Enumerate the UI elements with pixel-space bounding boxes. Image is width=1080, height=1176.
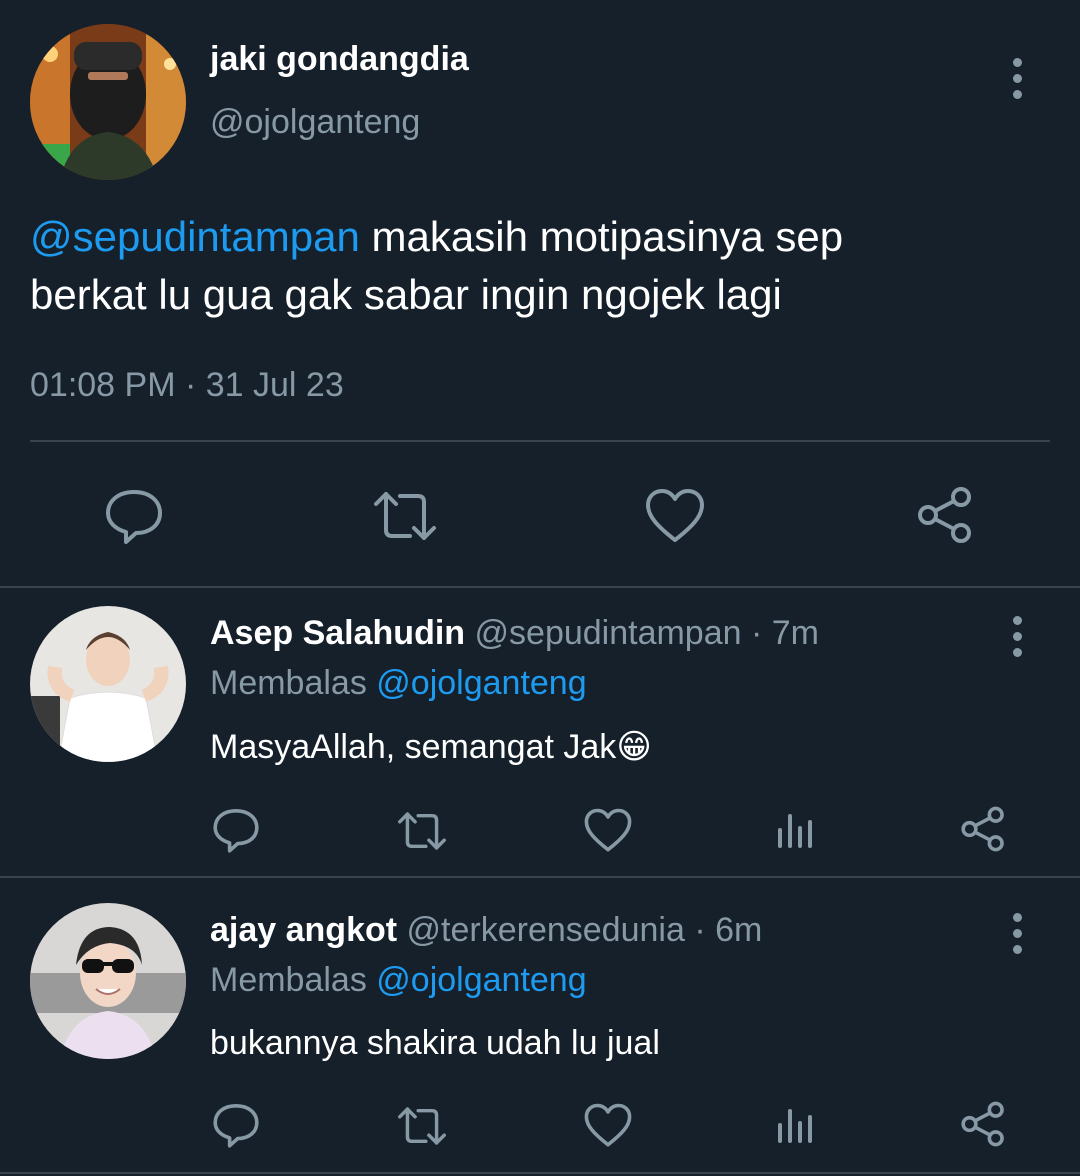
more-options-icon[interactable]: [1007, 58, 1027, 106]
tweet-text-line2: berkat lu gua gak sabar ingin ngojek lag…: [30, 271, 782, 318]
reply-header: Asep Salahudin @sepudintampan · 7m: [210, 614, 819, 653]
author-handle[interactable]: @terkerensedunia: [407, 911, 685, 949]
timestamp: 01:08 PM · 31 Jul 23: [30, 366, 344, 404]
replying-to-label: Membalas: [210, 961, 377, 999]
author-name[interactable]: ajay angkot: [210, 911, 397, 949]
mention-link[interactable]: @sepudintampan: [30, 213, 360, 260]
action-divider: [30, 440, 1050, 442]
share-icon[interactable]: [960, 806, 1006, 852]
more-options-icon[interactable]: [1007, 913, 1027, 961]
retweet-icon[interactable]: [396, 1103, 448, 1149]
reply-time: · 7m: [751, 614, 819, 652]
tweet-text: @sepudintampan makasih motipasinya sep b…: [30, 208, 1050, 324]
more-options-icon[interactable]: [1007, 616, 1027, 664]
reply-icon[interactable]: [212, 806, 260, 854]
avatar[interactable]: [30, 903, 186, 1059]
replying-to: Membalas @ojolganteng: [210, 961, 587, 1000]
tweet-text-line1: makasih motipasinya sep: [359, 213, 844, 260]
author-handle[interactable]: @sepudintampan: [475, 614, 742, 652]
section-divider: [0, 1172, 1080, 1174]
replying-to-label: Membalas: [210, 664, 377, 702]
reply-icon[interactable]: [104, 486, 164, 546]
reply-header: ajay angkot @terkerensedunia · 6m: [210, 911, 762, 950]
reply-text-content: MasyaAllah, semangat Jak: [210, 728, 617, 766]
reply-text: MasyaAllah, semangat Jak😁: [210, 727, 652, 767]
share-icon[interactable]: [960, 1101, 1006, 1147]
reply-time: · 6m: [694, 911, 763, 949]
author-name[interactable]: jaki gondangdia: [210, 40, 469, 79]
avatar[interactable]: [30, 606, 186, 762]
author-name[interactable]: Asep Salahudin: [210, 614, 465, 652]
section-divider: [0, 586, 1080, 588]
like-icon[interactable]: [584, 808, 632, 853]
section-divider: [0, 876, 1080, 878]
replying-to: Membalas @ojolganteng: [210, 664, 587, 703]
avatar[interactable]: [30, 24, 186, 180]
author-handle[interactable]: @ojolganteng: [210, 103, 420, 142]
retweet-icon[interactable]: [396, 808, 448, 854]
analytics-icon[interactable]: [776, 810, 816, 850]
analytics-icon[interactable]: [776, 1105, 816, 1145]
grin-emoji-icon: 😁: [616, 728, 652, 766]
like-icon[interactable]: [645, 488, 705, 544]
replying-to-link[interactable]: @ojolganteng: [376, 961, 586, 999]
like-icon[interactable]: [584, 1103, 632, 1148]
replying-to-link[interactable]: @ojolganteng: [376, 664, 586, 702]
share-icon[interactable]: [916, 486, 974, 544]
retweet-icon[interactable]: [372, 486, 438, 546]
reply-icon[interactable]: [212, 1101, 260, 1149]
reply-text: bukannya shakira udah lu jual: [210, 1024, 660, 1062]
